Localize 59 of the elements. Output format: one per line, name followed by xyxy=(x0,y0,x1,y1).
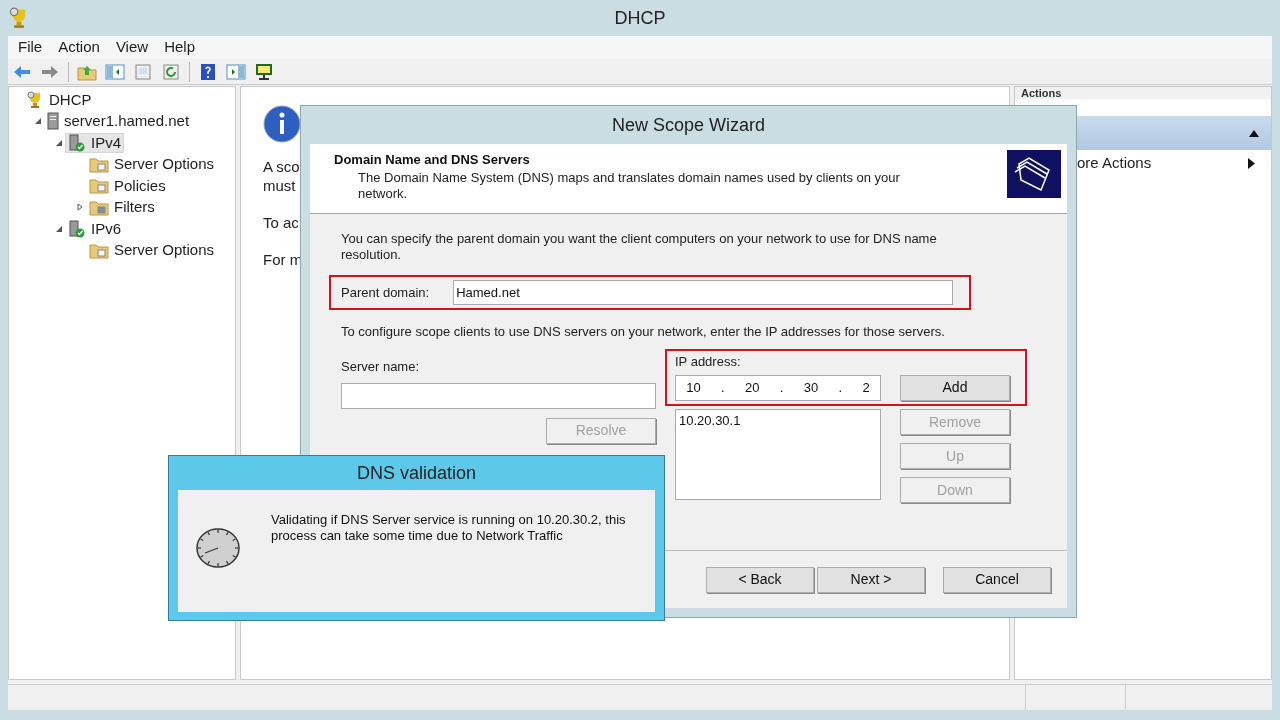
dns-server-list[interactable]: 10.20.30.1 xyxy=(675,409,881,500)
menu-item[interactable]: Action xyxy=(52,36,106,59)
expanded-arrow-icon[interactable] xyxy=(55,224,63,233)
instruction-text: To configure scope clients to use DNS servers on your network, enter the IP addresses for those servers. xyxy=(341,324,946,340)
info-text: must xyxy=(263,176,296,195)
ip-address-field[interactable]: 10 . 20 . 30 . 2 xyxy=(675,374,881,401)
dialog-button[interactable]: Cancel xyxy=(943,566,1051,593)
server-icon xyxy=(47,112,59,131)
menu-item[interactable]: File xyxy=(12,36,49,59)
actions-heading: Actions xyxy=(1021,87,1063,99)
list-item[interactable]: 10.20.30.1 xyxy=(679,411,877,431)
dialog-button[interactable]: Add xyxy=(900,374,1010,401)
field-label: Parent domain: xyxy=(341,283,430,302)
tree-item[interactable]: DHCP xyxy=(23,89,95,110)
tree-item[interactable]: server1.hamed.net xyxy=(44,111,193,132)
clock-icon xyxy=(195,527,241,569)
monitor-icon[interactable] xyxy=(254,62,274,81)
folder-icon xyxy=(89,241,109,259)
dialog-button[interactable]: Next > xyxy=(817,566,925,593)
expanded-arrow-icon[interactable] xyxy=(34,117,42,126)
folder-icon xyxy=(89,177,109,195)
tree-item[interactable]: Server Options xyxy=(86,240,218,261)
dialog-button[interactable]: < Back xyxy=(706,566,814,593)
submenu-arrow-icon xyxy=(1248,157,1255,169)
collapse-caret-icon xyxy=(1249,129,1259,137)
tree-item[interactable]: Server Options xyxy=(86,154,218,175)
dialog-message: Validating if DNS Server service is running on 10.20.30.2, this process can take some time due to Network Traffic xyxy=(271,512,627,544)
action-item[interactable]: ore Actions xyxy=(1015,150,1271,176)
refresh-icon[interactable] xyxy=(161,62,181,81)
server-check-icon xyxy=(68,219,86,238)
folder-icon xyxy=(89,198,109,216)
info-text: To ac xyxy=(263,213,299,232)
page-heading: Domain Name and DNS Servers xyxy=(334,151,531,169)
wizard-title: New Scope Wizard xyxy=(611,113,766,137)
export-icon[interactable] xyxy=(133,62,153,81)
instruction-text: You can specify the parent domain you want the client computers on your network to use for DNS name resolution. xyxy=(341,231,938,263)
info-text: A sco xyxy=(263,157,300,176)
folders-icon xyxy=(1007,150,1061,198)
collapsed-arrow-icon[interactable] xyxy=(76,203,84,212)
window-title: DHCP xyxy=(614,6,666,30)
parent-domain-field[interactable]: Hamed.net xyxy=(453,280,954,305)
field-label: Server name: xyxy=(341,358,421,376)
field-label: IP address: xyxy=(675,353,742,371)
folder-icon xyxy=(89,155,109,173)
expanded-arrow-icon[interactable] xyxy=(55,138,63,147)
action-pane-icon[interactable] xyxy=(226,62,246,81)
menu-item[interactable]: View xyxy=(109,36,155,59)
tree-item[interactable]: Policies xyxy=(86,175,169,196)
tree-item[interactable]: Filters xyxy=(86,197,158,218)
tree-item[interactable]: IPv4 xyxy=(65,132,124,153)
help-icon[interactable] xyxy=(198,62,218,81)
dialog-title: DNS validation xyxy=(356,461,477,485)
server-check-icon xyxy=(68,133,86,152)
page-description: The Domain Name System (DNS) maps and translates domain names used by clients on your network. xyxy=(357,169,901,202)
server-name-field[interactable] xyxy=(341,382,656,409)
info-icon xyxy=(263,105,301,143)
tree-item[interactable]: IPv6 xyxy=(65,218,124,239)
menu-item[interactable]: Help xyxy=(158,36,201,59)
tree-pane-icon[interactable] xyxy=(105,62,125,81)
